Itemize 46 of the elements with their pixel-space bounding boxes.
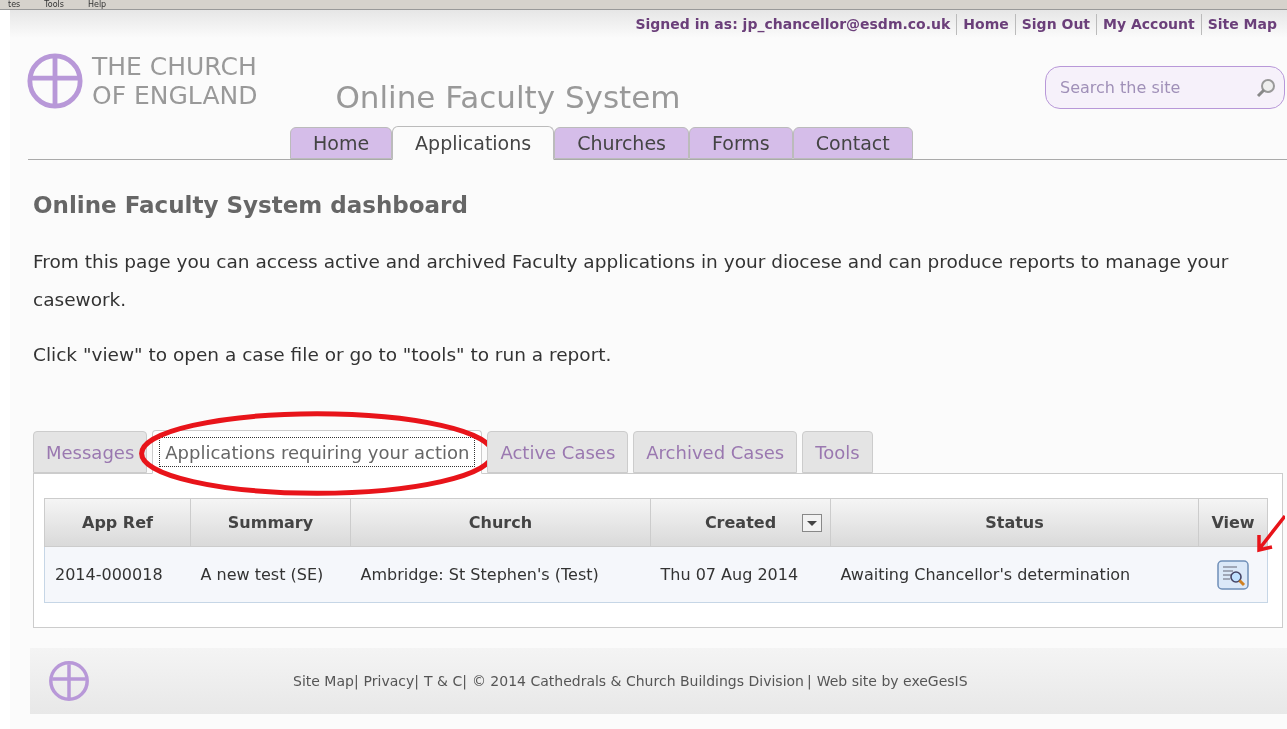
dropdown-icon[interactable] <box>802 514 822 533</box>
footer-separator: | <box>806 671 813 692</box>
menu-item[interactable]: Tools <box>44 0 64 9</box>
column-header: View <box>1198 498 1268 547</box>
menu-item[interactable]: tes <box>8 0 21 9</box>
table-cell: A new test (SE) <box>190 546 351 603</box>
paragraph: Click "view" to open a case file or go to "tools" to run a report. <box>33 342 613 367</box>
logo-text: THE CHURCH <box>92 52 258 81</box>
table-cell: Thu 07 Aug 2014 <box>650 546 831 603</box>
cross-logo-icon <box>48 660 90 703</box>
top-link[interactable]: Home <box>956 13 1015 35</box>
signed-in-label: Signed in as: jp_chancellor@esdm.co.uk <box>634 14 952 35</box>
footer-link[interactable]: Privacy <box>363 670 415 692</box>
table-cell: Awaiting Chancellor's determination <box>830 546 1199 603</box>
top-link[interactable]: My Account <box>1096 13 1201 35</box>
nav-tab[interactable]: Forms <box>689 127 793 159</box>
top-link[interactable]: Sign Out <box>1014 13 1097 35</box>
search-icon[interactable] <box>1255 77 1277 99</box>
footer-text: © 2014 Cathedrals & Church Buildings Division <box>471 671 805 691</box>
table-cell: 2014-000018 <box>44 546 191 603</box>
view-icon[interactable] <box>1216 559 1249 590</box>
menu-item[interactable]: Help <box>87 0 107 9</box>
footer-link[interactable]: Site Map <box>293 670 354 692</box>
logo-text: OF ENGLAND <box>92 81 258 110</box>
footer-text: Web site by exeGesIS <box>816 671 969 691</box>
search-field[interactable]: Search the site <box>1045 66 1285 109</box>
cross-logo-icon <box>26 52 84 110</box>
footer-separator: | <box>353 671 360 692</box>
page-heading: Online Faculty System dashboard <box>33 191 469 220</box>
footer-separator: | <box>414 671 420 692</box>
column-header: Status <box>830 498 1199 547</box>
column-header: Summary <box>190 498 351 547</box>
nav-tab[interactable]: Home <box>290 127 393 159</box>
table-cell: Ambridge: St Stephen's (Test) <box>350 546 651 603</box>
column-header: App Ref <box>44 498 191 547</box>
panel-tab[interactable]: Applications requiring your action <box>152 430 483 475</box>
nav-tab[interactable]: Churches <box>554 127 689 159</box>
site-title: Online Faculty System <box>335 78 681 117</box>
footer-link[interactable]: T & C <box>424 670 463 692</box>
nav-tab[interactable]: Applications <box>392 126 555 160</box>
top-link[interactable]: Site Map <box>1200 13 1283 35</box>
paragraph: From this page you can access active and archived Faculty applications in your diocese and can produce reports to manage your casework. <box>33 249 1230 312</box>
nav-tab[interactable]: Contact <box>792 127 913 159</box>
column-header: Church <box>350 498 651 547</box>
footer-separator: | <box>462 671 468 692</box>
column-header[interactable]: Created <box>650 498 831 547</box>
